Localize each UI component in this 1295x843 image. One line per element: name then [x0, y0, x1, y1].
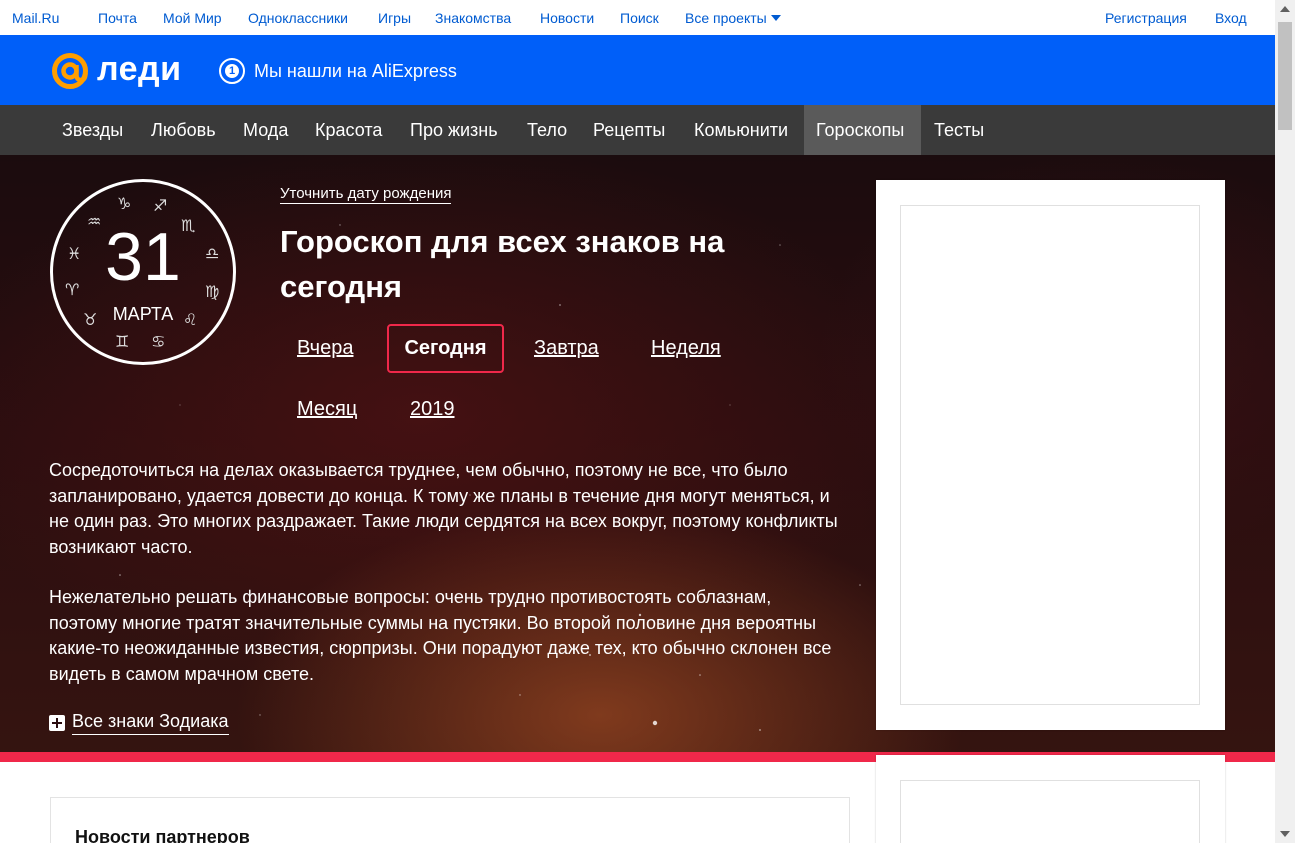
zodiac-sagittarius-icon: ♐ — [153, 196, 168, 215]
page-title: Гороскоп для всех знаков на сегодня — [280, 224, 725, 304]
nav-item-lyubov[interactable]: Любовь — [139, 105, 228, 155]
promo-text: Мы нашли на AliExpress — [254, 60, 457, 81]
period-week[interactable]: Неделя — [651, 337, 721, 360]
date-dial: ♒ ♑ ♐ ♓ ♏ ♈ ♎ ♉ ♍ ♊ ♋ ♌ 31 МАРТА — [50, 179, 236, 365]
horoscope-paragraph-2: Нежелательно решать финансовые вопросы: … — [49, 587, 832, 684]
promo-badge-icon: 1 — [219, 58, 245, 84]
page-scrollbar[interactable] — [1275, 0, 1295, 843]
clarify-birthdate-link[interactable]: Уточнить дату рождения — [280, 185, 452, 204]
period-today[interactable]: Сегодня — [387, 324, 504, 373]
link-poisk[interactable]: Поиск — [620, 10, 659, 26]
plus-icon — [49, 715, 65, 731]
logo-text: леди — [97, 49, 182, 88]
partner-news-heading: Новости партнеров — [75, 827, 250, 843]
nav-item-testy[interactable]: Тесты — [922, 105, 996, 155]
nav-item-krasota[interactable]: Красота — [303, 105, 394, 155]
brand-header: леди 1 Мы нашли на AliExpress — [0, 35, 1275, 105]
date-month: МАРТА — [112, 304, 174, 324]
zodiac-cancer-icon: ♋ — [151, 332, 166, 351]
aliexpress-promo[interactable]: 1 Мы нашли на AliExpress — [219, 58, 457, 84]
category-nav: Звезды Любовь Мода Красота Про жизнь Тел… — [0, 105, 1275, 155]
link-moy-mir[interactable]: Мой Мир — [163, 10, 222, 26]
link-mailru[interactable]: Mail.Ru — [12, 10, 59, 26]
all-signs-link[interactable]: Все знаки Зодиака — [49, 711, 229, 735]
period-month[interactable]: Месяц — [297, 398, 357, 421]
scrollbar-thumb[interactable] — [1278, 22, 1292, 130]
scroll-down-icon[interactable] — [1280, 831, 1290, 837]
at-sign-logo-icon — [52, 53, 88, 89]
ad-slot-bottom — [876, 755, 1225, 843]
nav-item-telo[interactable]: Тело — [515, 105, 579, 155]
link-igry[interactable]: Игры — [378, 10, 411, 26]
zodiac-capricorn-icon: ♑ — [117, 194, 132, 213]
period-year[interactable]: 2019 — [410, 398, 455, 421]
all-projects-dropdown[interactable]: Все проекты — [685, 10, 781, 26]
lady-logo[interactable]: леди — [50, 49, 182, 91]
all-signs-label: Все знаки Зодиака — [72, 711, 229, 735]
link-odnoklassniki[interactable]: Одноклассники — [248, 10, 348, 26]
nav-item-pro-zhizn[interactable]: Про жизнь — [398, 105, 510, 155]
period-tomorrow[interactable]: Завтра — [534, 337, 599, 360]
ad-frame[interactable] — [900, 780, 1200, 843]
nav-item-recepty[interactable]: Рецепты — [581, 105, 677, 155]
ad-frame[interactable] — [900, 205, 1200, 705]
ad-slot-top — [876, 180, 1225, 730]
link-znakomstva[interactable]: Знакомства — [435, 10, 511, 26]
nav-item-goroskopy[interactable]: Гороскопы — [804, 105, 921, 155]
period-yesterday[interactable]: Вчера — [297, 337, 353, 360]
nav-item-moda[interactable]: Мода — [231, 105, 300, 155]
login-link[interactable]: Вход — [1215, 10, 1247, 26]
horoscope-paragraph-1: Сосредоточиться на делах оказывается тру… — [49, 460, 838, 557]
all-projects-label: Все проекты — [685, 10, 767, 26]
link-pochta[interactable]: Почта — [98, 10, 137, 26]
chevron-down-icon — [770, 15, 781, 21]
partner-news-block: Новости партнеров — [50, 797, 850, 843]
nav-item-zvezdy[interactable]: Звезды — [50, 105, 135, 155]
scroll-up-icon[interactable] — [1280, 6, 1290, 12]
register-link[interactable]: Регистрация — [1105, 10, 1187, 26]
link-novosti[interactable]: Новости — [540, 10, 594, 26]
nav-item-community[interactable]: Комьюнити — [682, 105, 800, 155]
date-day: 31 — [105, 219, 181, 295]
portal-bar: Mail.Ru Почта Мой Мир Одноклассники Игры… — [0, 0, 1275, 35]
zodiac-gemini-icon: ♊ — [115, 332, 130, 351]
